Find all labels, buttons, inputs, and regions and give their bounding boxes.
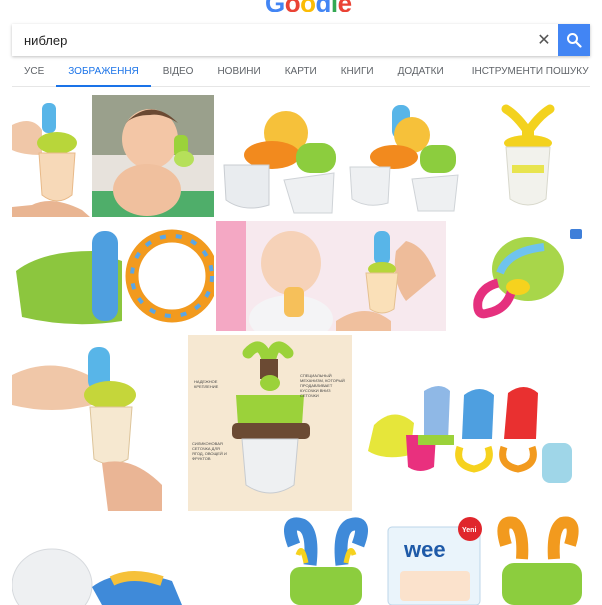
- result-thumbnail: [12, 95, 90, 217]
- image-result[interactable]: [12, 515, 196, 605]
- tab-maps[interactable]: КАРТИ: [273, 56, 329, 87]
- package-brand-label: wee: [404, 537, 446, 562]
- logo-letter: l: [331, 0, 338, 12]
- image-result[interactable]: [354, 335, 590, 511]
- image-result[interactable]: [92, 95, 214, 217]
- result-thumbnail: [198, 515, 384, 605]
- search-icon: [567, 33, 582, 48]
- result-thumbnail: [12, 221, 214, 331]
- image-result[interactable]: [214, 95, 340, 217]
- result-thumbnail: [354, 335, 590, 511]
- logo-letter: o: [285, 0, 301, 12]
- image-result[interactable]: [198, 515, 384, 605]
- search-button[interactable]: [558, 24, 590, 56]
- image-result[interactable]: [448, 221, 590, 331]
- result-thumbnail: [342, 95, 464, 217]
- diagram-label: СПЕЦИАЛЬНЫЙ МЕХАНИЗМ, КОТОРЫЙ ПРОДАВЛИВА…: [300, 373, 345, 398]
- package-badge: Yeni: [462, 527, 477, 534]
- logo-letter: o: [300, 0, 316, 12]
- image-result[interactable]: [466, 95, 590, 217]
- tab-apps[interactable]: ДОДАТКИ: [386, 56, 456, 87]
- result-thumbnail: [466, 95, 590, 217]
- image-result[interactable]: wee Yeni: [386, 515, 590, 605]
- logo-letter: e: [338, 0, 352, 12]
- result-thumbnail: [92, 95, 214, 217]
- close-icon[interactable]: ✕: [530, 30, 558, 50]
- result-thumbnail: [12, 335, 186, 511]
- tab-books[interactable]: КНИГИ: [329, 56, 386, 87]
- google-logo[interactable]: Google: [265, 0, 352, 12]
- search-tabs: УСЕ ЗОБРАЖЕННЯ ВІДЕО НОВИНИ КАРТИ КНИГИ …: [12, 56, 590, 87]
- search-input[interactable]: [12, 24, 530, 56]
- image-result[interactable]: [12, 221, 214, 331]
- diagram-label: СИЛИКОНОВАЯ СЕТОЧКА ДЛЯ ЯГОД, ОВОЩЕЙ И Ф…: [192, 441, 227, 461]
- diagram-label: НАДЕЖНОЕ КРЕПЛЕНИЕ: [194, 379, 219, 389]
- result-thumbnail: [188, 335, 352, 511]
- result-thumbnail: [214, 95, 340, 217]
- tab-search-tools[interactable]: ІНСТРУМЕНТИ ПОШУКУ: [460, 56, 601, 87]
- logo-letter: g: [316, 0, 332, 12]
- logo-letter: G: [265, 0, 285, 12]
- image-result[interactable]: [12, 95, 90, 217]
- tab-images[interactable]: ЗОБРАЖЕННЯ: [56, 56, 151, 87]
- image-result[interactable]: НАДЕЖНОЕ КРЕПЛЕНИЕ СПЕЦИАЛЬНЫЙ МЕХАНИЗМ,…: [188, 335, 352, 511]
- tab-video[interactable]: ВІДЕО: [151, 56, 206, 87]
- image-result[interactable]: [216, 221, 446, 331]
- search-box: ✕: [12, 24, 590, 56]
- result-thumbnail: [12, 515, 196, 605]
- tab-news[interactable]: НОВИНИ: [205, 56, 272, 87]
- image-result[interactable]: [12, 335, 186, 511]
- result-thumbnail: [448, 221, 590, 331]
- image-result[interactable]: [342, 95, 464, 217]
- tab-all[interactable]: УСЕ: [12, 56, 56, 87]
- result-thumbnail: [216, 221, 446, 331]
